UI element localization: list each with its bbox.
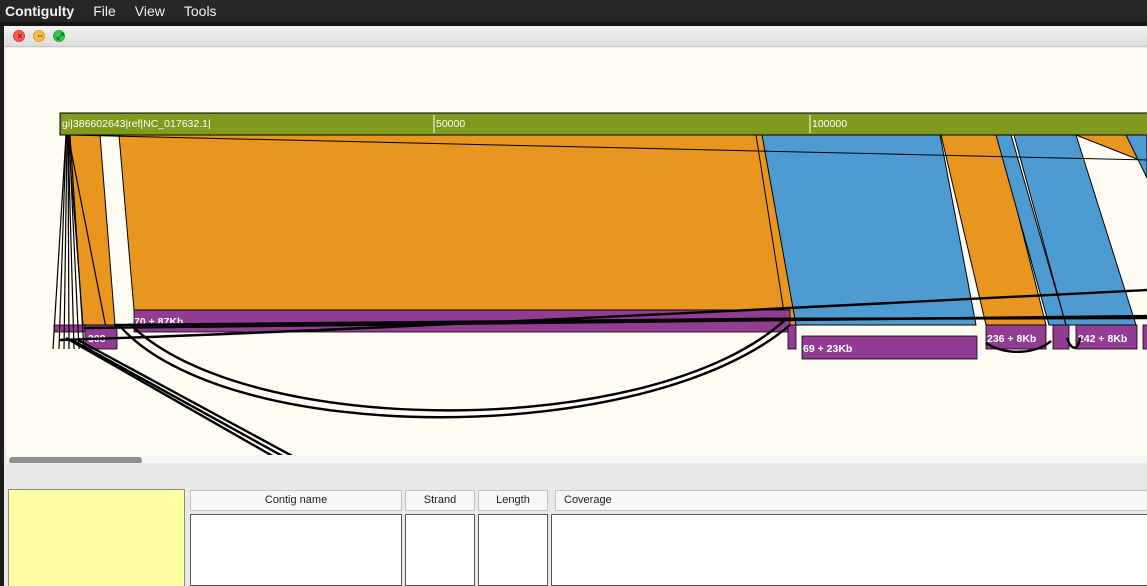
contig-label: 236 + 8Kb [987, 333, 1036, 345]
forward-match[interactable] [67, 134, 116, 326]
alignment-view[interactable]: gi|386602643|ref|NC_017632.1| 50000 1000… [6, 48, 1147, 455]
reference-tick-label: 100000 [812, 118, 847, 130]
reference-bar[interactable] [59, 112, 1147, 136]
reverse-match[interactable] [761, 134, 977, 326]
main-window: × − ⤢ gi|386602643|ref|NC_017632.1| 5000… [4, 26, 1147, 586]
menu-tools[interactable]: Tools [184, 3, 217, 19]
column-header-contig-name[interactable]: Contig name [190, 490, 402, 511]
info-panel[interactable] [8, 489, 185, 586]
contig-block[interactable] [1142, 324, 1147, 350]
contig-label: 69 + 23Kb [803, 343, 852, 355]
detail-panel: Contig name Strand Length Coverage [4, 463, 1147, 586]
reverse-match[interactable] [1125, 134, 1147, 179]
reference-label: gi|386602643|ref|NC_017632.1| [62, 118, 211, 130]
column-header-coverage[interactable]: Coverage [555, 490, 1147, 511]
horizontal-scrollbar[interactable] [6, 455, 1147, 464]
contig-label: 242 + 8Kb [1078, 333, 1127, 345]
title-bar[interactable]: × − ⤢ [4, 26, 1147, 47]
reference-tick-label: 50000 [436, 118, 465, 130]
menu-view[interactable]: View [135, 3, 165, 19]
contig-name-list[interactable] [190, 514, 402, 586]
length-list[interactable] [478, 514, 548, 586]
close-button[interactable]: × [13, 30, 25, 42]
zoom-icon: ⤢ [56, 31, 64, 41]
contig-block[interactable] [787, 324, 797, 350]
menu-file[interactable]: File [93, 3, 116, 19]
minimize-button[interactable]: − [33, 30, 45, 42]
alignment-canvas[interactable]: gi|386602643|ref|NC_017632.1| 50000 1000… [6, 48, 1147, 455]
menu-bar: Contigulty File View Tools [0, 0, 1147, 22]
column-header-length[interactable]: Length [478, 490, 548, 511]
zoom-button[interactable]: ⤢ [53, 30, 65, 42]
minimize-icon: − [37, 31, 43, 41]
forward-match[interactable] [118, 134, 787, 311]
app-menu[interactable]: Contigulty [5, 3, 74, 19]
column-header-strand[interactable]: Strand [405, 490, 475, 511]
coverage-plot[interactable] [551, 514, 1147, 586]
strand-list[interactable] [405, 514, 475, 586]
close-icon: × [17, 31, 23, 41]
contig-block[interactable] [1052, 324, 1070, 350]
